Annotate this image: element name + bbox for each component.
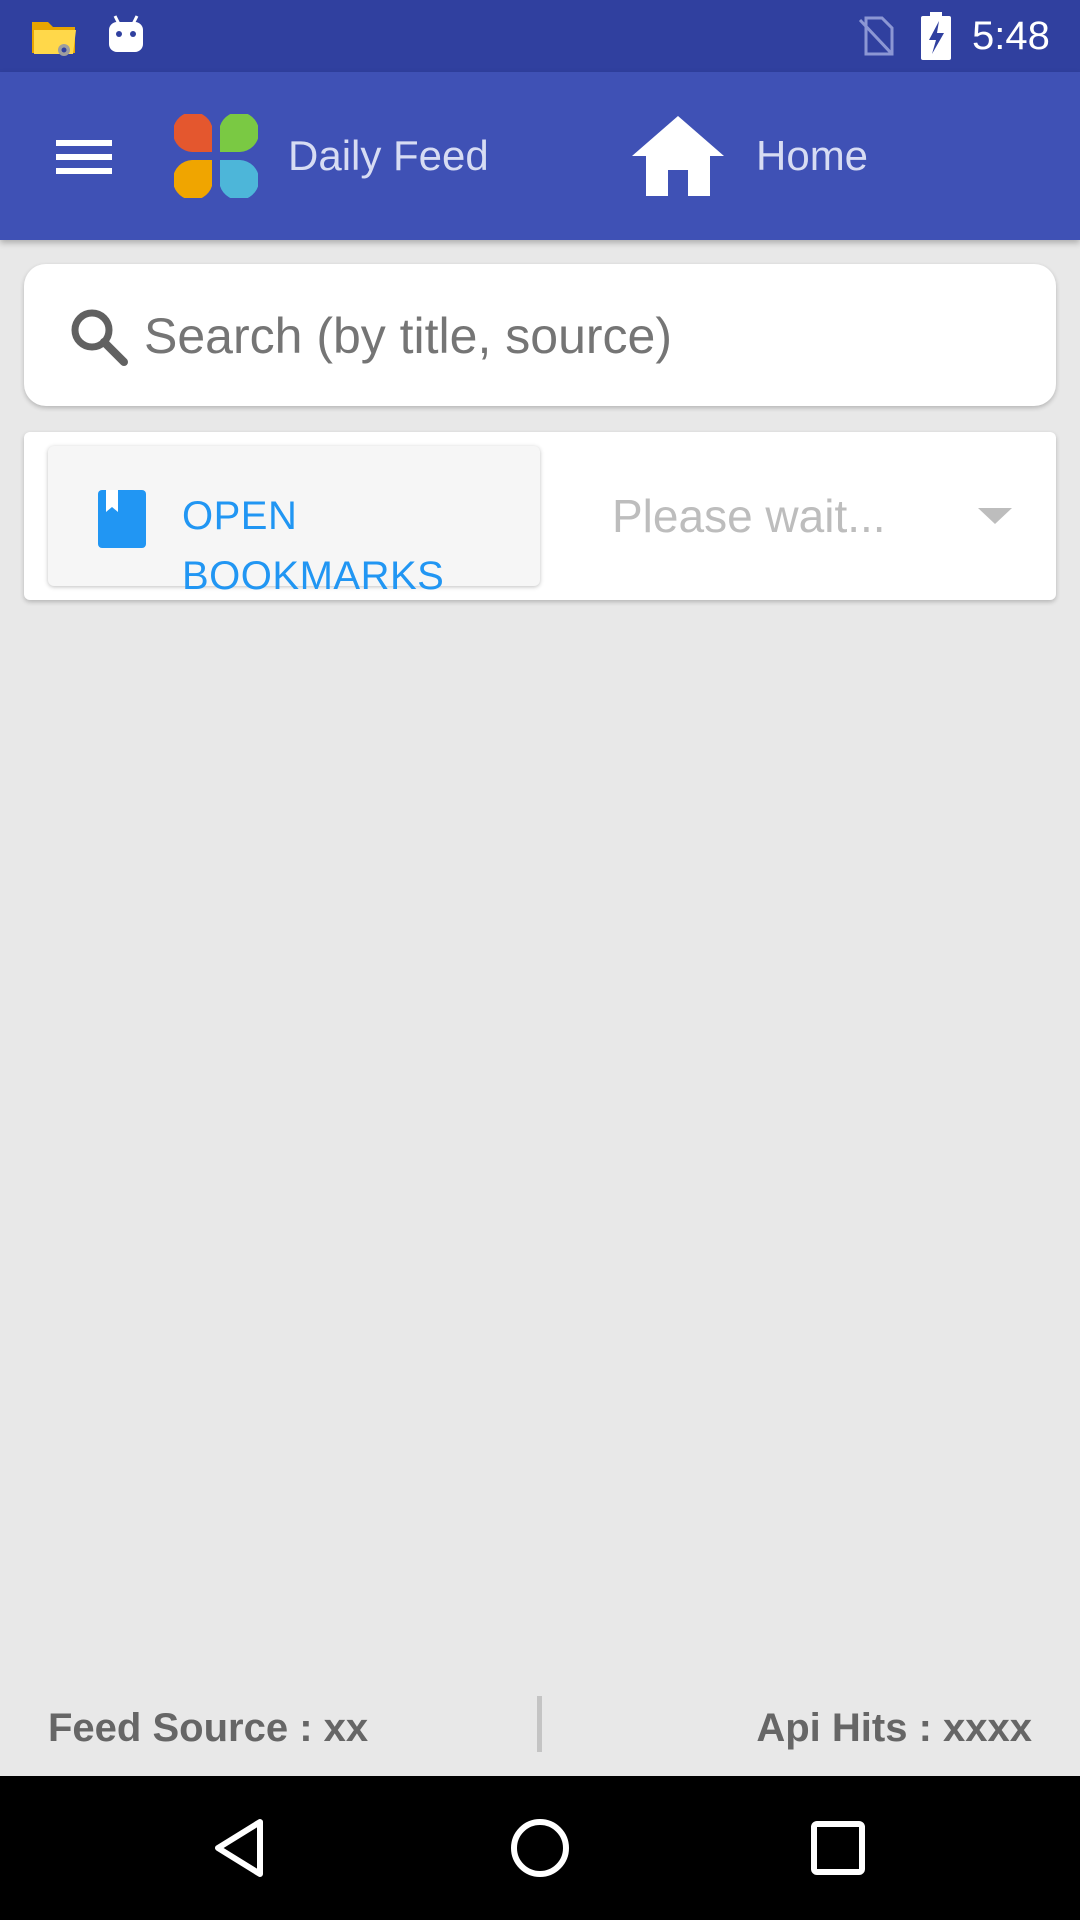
api-hits-text: Api Hits : xxxx (756, 1706, 1032, 1750)
feed-source-text: Feed Source : xx (48, 1706, 369, 1750)
home-circle-icon[interactable] (508, 1816, 572, 1880)
open-bookmarks-label: OPEN BOOKMARKS (182, 494, 445, 598)
footer-info-bar: Feed Source : xx Api Hits : xxxx (0, 1680, 1080, 1776)
search-icon (71, 309, 128, 366)
search-card (24, 264, 1056, 406)
back-icon[interactable] (210, 1816, 274, 1880)
bookmark-icon (98, 490, 146, 548)
system-navigation-bar (0, 1776, 1080, 1920)
open-bookmarks-button[interactable]: OPEN BOOKMARKS (48, 446, 540, 598)
chevron-down-icon (978, 508, 1012, 524)
footer-divider (537, 1696, 542, 1752)
home-icon[interactable] (630, 112, 726, 196)
daily-feed-logo (174, 114, 258, 198)
controls-card: OPEN BOOKMARKS Please wait... (24, 432, 1056, 600)
status-bar: 5:48 (0, 0, 1080, 72)
recents-icon[interactable] (806, 1816, 870, 1880)
home-label[interactable]: Home (756, 128, 868, 184)
search-input[interactable] (142, 292, 1026, 380)
app-bar: Daily Feed Home (0, 72, 1080, 240)
status-time: 5:48 (972, 14, 1050, 58)
dropdown-selected-value: Please wait... (612, 490, 886, 542)
hamburger-menu-icon[interactable] (46, 124, 118, 184)
battery-charging-icon (921, 12, 951, 60)
no-sim-icon (858, 16, 894, 56)
app-title: Daily Feed (288, 132, 489, 179)
file-manager-notification-icon (32, 22, 76, 56)
android-notification-icon (109, 15, 143, 52)
feed-source-dropdown[interactable]: Please wait... (580, 446, 1040, 586)
